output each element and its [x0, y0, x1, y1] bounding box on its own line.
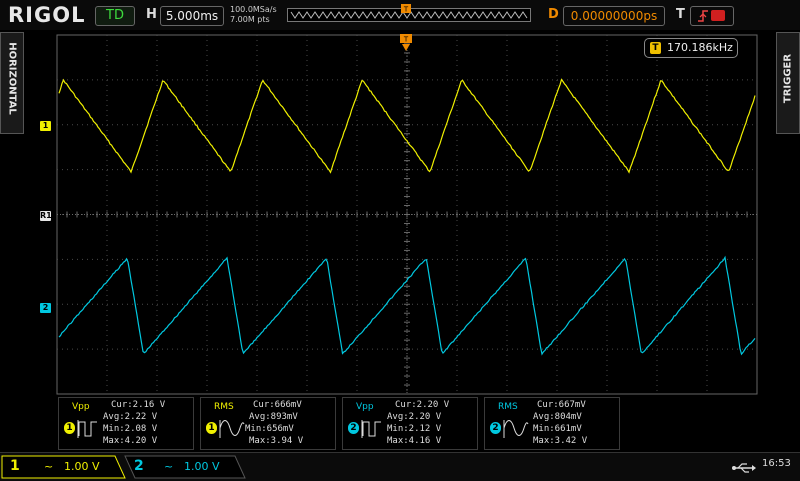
trigger-position-marker[interactable]: T — [400, 34, 412, 54]
ch1-number: 1 — [10, 458, 20, 474]
graticule — [56, 34, 758, 395]
measurement-avg: Avg:2.22 V — [103, 412, 158, 422]
ch1-setting-button[interactable]: 1 ~ 1.00 V — [4, 456, 114, 477]
measurement-max: Max:3.94 V — [249, 436, 304, 446]
measurement-min: Min:2.08 V — [103, 424, 158, 434]
measurement-cur: Cur:2.20 V — [395, 400, 450, 410]
frequency-value: 170.186kHz — [667, 41, 733, 54]
measurement-avg: Avg:2.20 V — [387, 412, 442, 422]
trigger-frequency-counter: T 170.186kHz — [644, 38, 738, 58]
measurement-item[interactable]: Vpp 1 Cur:2.16 V Avg:2.22 V Min:2.08 V M… — [58, 397, 194, 450]
measurement-cur: Cur:666mV — [253, 400, 302, 410]
ch2-offset-marker[interactable]: 2 — [40, 303, 51, 313]
measurement-avg: Avg:804mV — [533, 412, 582, 422]
square-pulse-icon — [77, 420, 97, 438]
measurement-name: Vpp — [356, 402, 374, 412]
measurement-name: RMS — [498, 402, 518, 412]
ch1-offset-marker[interactable]: 1 — [40, 121, 51, 131]
measurement-avg: Avg:893mV — [249, 412, 298, 422]
measurement-item[interactable]: Vpp 2 Cur:2.20 V Avg:2.20 V Min:2.12 V M… — [342, 397, 478, 450]
measurement-cur: Cur:667mV — [537, 400, 586, 410]
measurement-max: Max:4.20 V — [103, 436, 158, 446]
sine-wave-icon — [219, 420, 245, 438]
ch1-coupling: ~ — [44, 460, 54, 473]
measurement-min: Min:2.12 V — [387, 424, 442, 434]
measurement-cur: Cur:2.16 V — [111, 400, 166, 410]
ch2-setting-button[interactable]: 2 ~ 1.00 V — [128, 456, 238, 477]
measurement-max: Max:4.16 V — [387, 436, 442, 446]
measurement-name: RMS — [214, 402, 234, 412]
svg-text:T: T — [403, 36, 409, 44]
channel-status-bar: 1 ~ 1.00 V 2 ~ 1.00 V 16:53 — [0, 452, 800, 481]
square-pulse-icon — [361, 420, 381, 438]
ch1-scale: 1.00 V — [64, 460, 100, 473]
measurement-min: Min:656mV — [245, 424, 294, 434]
ref-marker[interactable]: R1 — [40, 211, 52, 221]
channel-badge: 2 — [490, 422, 501, 434]
channel-badge: 1 — [206, 422, 217, 434]
sine-wave-icon — [503, 420, 529, 438]
channel-badge: 2 — [348, 422, 359, 434]
ch2-scale: 1.00 V — [184, 460, 220, 473]
measurement-item[interactable]: RMS 1 Cur:666mV Avg:893mV Min:656mV Max:… — [200, 397, 336, 450]
measurement-item[interactable]: RMS 2 Cur:667mV Avg:804mV Min:661mV Max:… — [484, 397, 620, 450]
ch2-number: 2 — [134, 458, 144, 474]
measurement-min: Min:661mV — [533, 424, 582, 434]
channel-badge: 1 — [64, 422, 75, 434]
measurement-name: Vpp — [72, 402, 90, 412]
measurement-max: Max:3.42 V — [533, 436, 588, 446]
trigger-icon: T — [650, 42, 661, 54]
oscilloscope-screen: RIGOL TD H 5.000ms 100.0MSa/s 7.00M pts … — [0, 0, 800, 481]
clock: 16:53 — [762, 458, 791, 469]
ch2-coupling: ~ — [164, 460, 174, 473]
usb-icon — [732, 463, 756, 473]
